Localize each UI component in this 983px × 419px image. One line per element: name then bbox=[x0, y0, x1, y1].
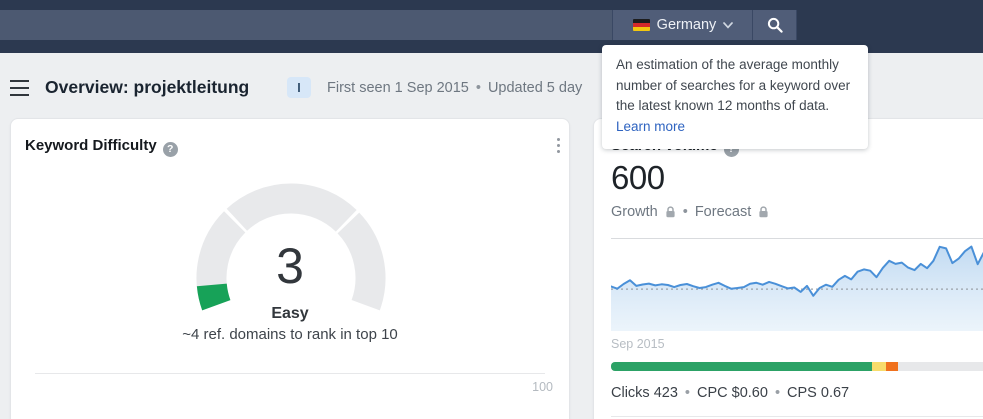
chevron-down-icon bbox=[723, 21, 734, 29]
country-selector[interactable]: Germany bbox=[612, 10, 753, 40]
first-seen-text: First seen 1 Sep 2015 bbox=[327, 80, 469, 96]
clicks-metrics-row: Clicks 423 • CPC $0.60 • CPS 0.67 bbox=[611, 385, 850, 401]
menu-hamburger-icon[interactable] bbox=[10, 80, 29, 97]
growth-forecast-row: Growth • Forecast bbox=[611, 204, 769, 220]
clicks-label: Clicks bbox=[611, 385, 650, 401]
tooltip-text: An estimation of the average monthly num… bbox=[616, 57, 851, 113]
search-volume-value: 600 bbox=[611, 159, 665, 196]
clicks-bar-segment-yellow bbox=[872, 362, 887, 371]
keyword-overview-page: Germany An estimation of the average mon… bbox=[0, 0, 983, 419]
lock-icon bbox=[759, 206, 768, 218]
keyword-meta: First seen 1 Sep 2015 • Updated 5 day bbox=[327, 80, 583, 96]
keyword-difficulty-card: Keyword Difficulty? 3 Easy ~4 ref. domai… bbox=[10, 118, 570, 419]
search-volume-tooltip: An estimation of the average monthly num… bbox=[602, 45, 868, 149]
difficulty-score: 3 bbox=[276, 238, 304, 294]
clicks-value: 423 bbox=[653, 385, 678, 401]
volume-history-chart bbox=[610, 238, 983, 331]
chart-top-gridline bbox=[611, 238, 983, 239]
keyword-difficulty-title: Keyword Difficulty? bbox=[25, 137, 178, 157]
search-button[interactable] bbox=[752, 10, 797, 40]
difficulty-hint: ~4 ref. domains to rank in top 10 bbox=[182, 326, 398, 343]
growth-label[interactable]: Growth bbox=[611, 204, 658, 220]
help-icon[interactable]: ? bbox=[162, 142, 178, 157]
cpc-label: CPC bbox=[696, 385, 728, 401]
lock-icon bbox=[666, 206, 675, 218]
learn-more-link[interactable]: Learn more bbox=[616, 119, 685, 134]
chart-x-tick: Sep 2015 bbox=[611, 337, 665, 351]
cpc-value: $0.60 bbox=[731, 385, 768, 401]
clicks-bar-segment-remainder bbox=[898, 362, 983, 371]
card-divider bbox=[611, 416, 983, 417]
page-title: Overview: projektleitung bbox=[45, 77, 250, 97]
clicks-distribution-bar bbox=[611, 362, 983, 371]
updated-text: Updated 5 day bbox=[487, 80, 583, 96]
cps-value: 0.67 bbox=[820, 385, 850, 401]
volume-area-chart bbox=[610, 245, 983, 331]
keyword-badge: I bbox=[287, 77, 311, 98]
country-label: Germany bbox=[656, 17, 717, 33]
search-volume-card: Search volume? 600 Growth • Forecast bbox=[593, 118, 983, 419]
forecast-label[interactable]: Forecast bbox=[695, 204, 751, 220]
scale-max-label: 100 bbox=[532, 380, 553, 394]
card-menu-kebab-icon[interactable] bbox=[551, 138, 565, 156]
difficulty-rating: Easy bbox=[271, 305, 309, 322]
card-divider bbox=[35, 373, 545, 374]
germany-flag-icon bbox=[632, 19, 650, 31]
clicks-bar-segment-orange bbox=[886, 362, 899, 371]
cps-label: CPS bbox=[787, 385, 817, 401]
clicks-bar-segment-green bbox=[611, 362, 873, 371]
search-icon bbox=[767, 17, 783, 33]
